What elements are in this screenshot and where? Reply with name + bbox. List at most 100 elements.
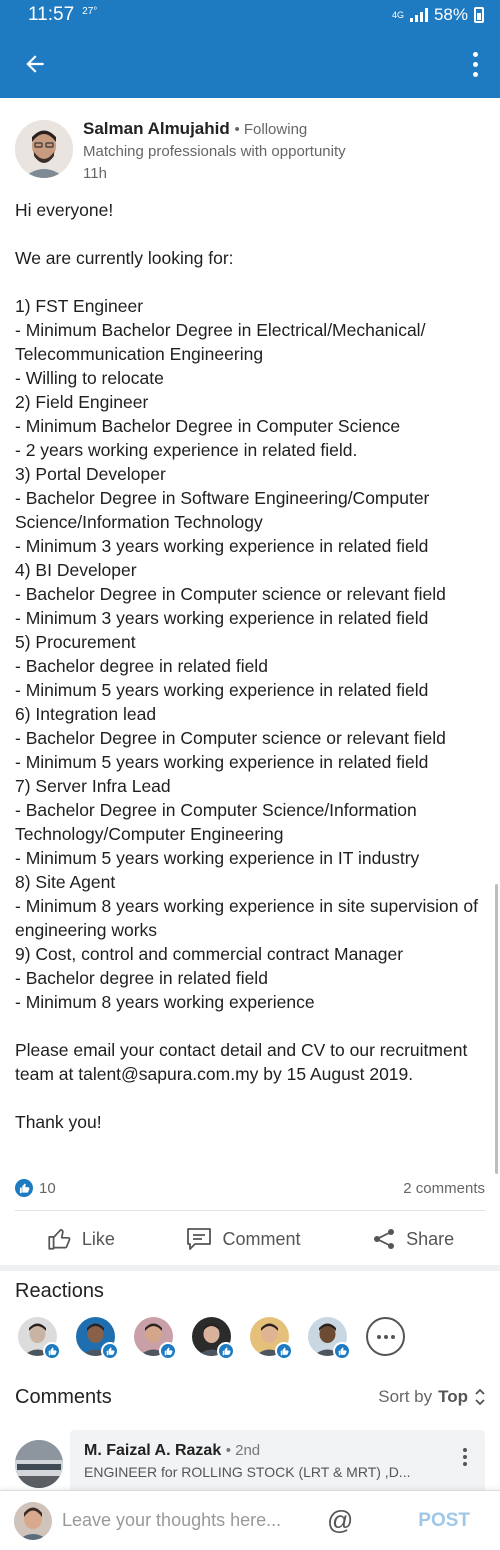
commenter-headline: ENGINEER for ROLLING STOCK (LRT & MRT) ,…	[84, 1464, 411, 1480]
comment-item[interactable]: M. Faizal A. Razak • 2nd ENGINEER for RO…	[15, 1430, 485, 1490]
reactors-list	[18, 1317, 405, 1360]
my-avatar	[14, 1501, 52, 1540]
sort-label: Sort by	[378, 1387, 433, 1406]
like-button[interactable]: Like	[46, 1226, 115, 1252]
post-line: Thank you!	[15, 1112, 102, 1132]
comment-label: Comment	[222, 1228, 301, 1249]
share-label: Share	[406, 1228, 455, 1249]
signal-icon	[409, 8, 428, 22]
share-icon	[374, 1229, 395, 1249]
battery-icon	[474, 7, 484, 23]
share-button[interactable]: Share	[372, 1227, 454, 1251]
commenter-name[interactable]: M. Faizal A. Razak	[84, 1442, 221, 1459]
post-time: 11h	[83, 165, 107, 182]
post-text: Hi everyone! We are currently looking for…	[15, 198, 485, 1134]
post-line: - Bachelor Degree in Software Engineerin…	[15, 488, 430, 532]
reactor-avatar[interactable]	[18, 1317, 61, 1360]
post-line: - Bachelor Degree in Computer science or…	[15, 728, 446, 748]
social-counts: 10 2 comments	[15, 1176, 485, 1200]
post-line: We are currently looking for:	[15, 248, 234, 268]
thumbs-up-icon	[48, 1228, 71, 1250]
reactor-avatar[interactable]	[76, 1317, 119, 1360]
commenter-name-line: M. Faizal A. Razak • 2nd	[84, 1442, 485, 1460]
post-header: Salman Almujahid • Following Matching pr…	[15, 118, 485, 188]
comment-composer: @ POST	[0, 1490, 500, 1550]
author-name[interactable]: Salman Almujahid	[83, 119, 230, 138]
post-line: - Willing to relocate	[15, 368, 164, 388]
reactor-avatar[interactable]	[308, 1317, 351, 1360]
reactions-heading: Reactions	[15, 1280, 104, 1302]
mention-icon[interactable]: @	[327, 1505, 353, 1536]
likes-count[interactable]: 10	[39, 1180, 56, 1197]
follow-status: • Following	[234, 121, 308, 138]
post-line: 4) BI Developer	[15, 560, 137, 580]
author-line: Salman Almujahid • Following	[83, 118, 307, 141]
like-reaction-icon	[101, 1342, 119, 1360]
post-line[interactable]: Please email your contact detail and CV …	[15, 1038, 485, 1086]
reactor-avatar[interactable]	[192, 1317, 235, 1360]
more-reactions-icon[interactable]	[366, 1317, 405, 1356]
back-arrow-icon[interactable]	[22, 51, 48, 77]
comment-menu-icon[interactable]	[463, 1448, 467, 1466]
post-line: - Minimum Bachelor Degree in Computer Sc…	[15, 416, 401, 436]
comment-bubble: M. Faizal A. Razak • 2nd ENGINEER for RO…	[70, 1430, 485, 1490]
author-avatar[interactable]	[15, 120, 73, 178]
comment-button[interactable]: Comment	[186, 1227, 301, 1251]
post-button[interactable]: POST	[418, 1510, 470, 1532]
comment-input[interactable]	[62, 1510, 317, 1531]
post-line: 1) FST Engineer	[15, 296, 144, 316]
author-headline: Matching professionals with opportunity	[83, 143, 346, 160]
post-line: Hi everyone!	[15, 200, 114, 220]
like-badge-icon	[15, 1179, 33, 1197]
like-reaction-icon	[333, 1342, 351, 1360]
status-bar: 11:57 27° 4G 58%	[0, 0, 500, 30]
post-line: - Bachelor degree in related field	[15, 968, 268, 988]
post-line: - Minimum 5 years working experience in …	[15, 848, 420, 868]
post-line: 5) Procurement	[15, 632, 136, 652]
post-line: 3) Portal Developer	[15, 464, 166, 484]
like-reaction-icon	[43, 1342, 61, 1360]
sort-value: Top	[438, 1387, 468, 1406]
post-line: - Bachelor degree in related field	[15, 656, 268, 676]
post-line: 8) Site Agent	[15, 872, 116, 892]
status-temp: 27°	[82, 5, 98, 17]
post-line: - Minimum Bachelor Degree in Electrical/…	[15, 320, 426, 364]
like-reaction-icon	[275, 1342, 293, 1360]
like-label: Like	[81, 1228, 115, 1249]
scrollbar[interactable]	[495, 884, 498, 1174]
commenter-degree: • 2nd	[225, 1442, 261, 1459]
divider	[15, 1210, 485, 1211]
post-line: - Bachelor Degree in Computer science or…	[15, 584, 446, 604]
post-line: - 2 years working experience in related …	[15, 440, 358, 460]
post-actions: Like Comment Share	[0, 1213, 500, 1265]
comments-count[interactable]: 2 comments	[403, 1180, 485, 1197]
commenter-avatar[interactable]	[15, 1440, 63, 1488]
status-time: 11:57	[28, 4, 75, 25]
post-line: - Minimum 5 years working experience in …	[15, 680, 429, 700]
post-line: 7) Server Infra Lead	[15, 776, 171, 796]
post-line: - Minimum 5 years working experience in …	[15, 752, 429, 772]
sort-chevrons-icon	[475, 1388, 485, 1406]
section-separator	[0, 1265, 500, 1271]
reactor-avatar[interactable]	[134, 1317, 177, 1360]
status-right: 4G 58%	[392, 5, 484, 25]
post-line: - Minimum 8 years working experience	[15, 992, 315, 1012]
post-line: 9) Cost, control and commercial contract…	[15, 944, 404, 964]
overflow-menu-icon[interactable]	[469, 48, 482, 81]
comments-heading: Comments	[15, 1386, 112, 1408]
post-line: - Minimum 3 years working experience in …	[15, 608, 429, 628]
network-icon: 4G	[391, 9, 404, 20]
comment-icon	[187, 1228, 212, 1250]
app-header: 11:57 27° 4G 58%	[0, 0, 500, 98]
post-line: - Minimum 3 years working experience in …	[15, 536, 429, 556]
like-reaction-icon	[217, 1342, 235, 1360]
post-line: 2) Field Engineer	[15, 392, 149, 412]
app-bar	[0, 30, 500, 98]
post-line: 6) Integration lead	[15, 704, 157, 724]
sort-dropdown[interactable]: Sort by Top	[378, 1387, 486, 1407]
reactor-avatar[interactable]	[250, 1317, 293, 1360]
